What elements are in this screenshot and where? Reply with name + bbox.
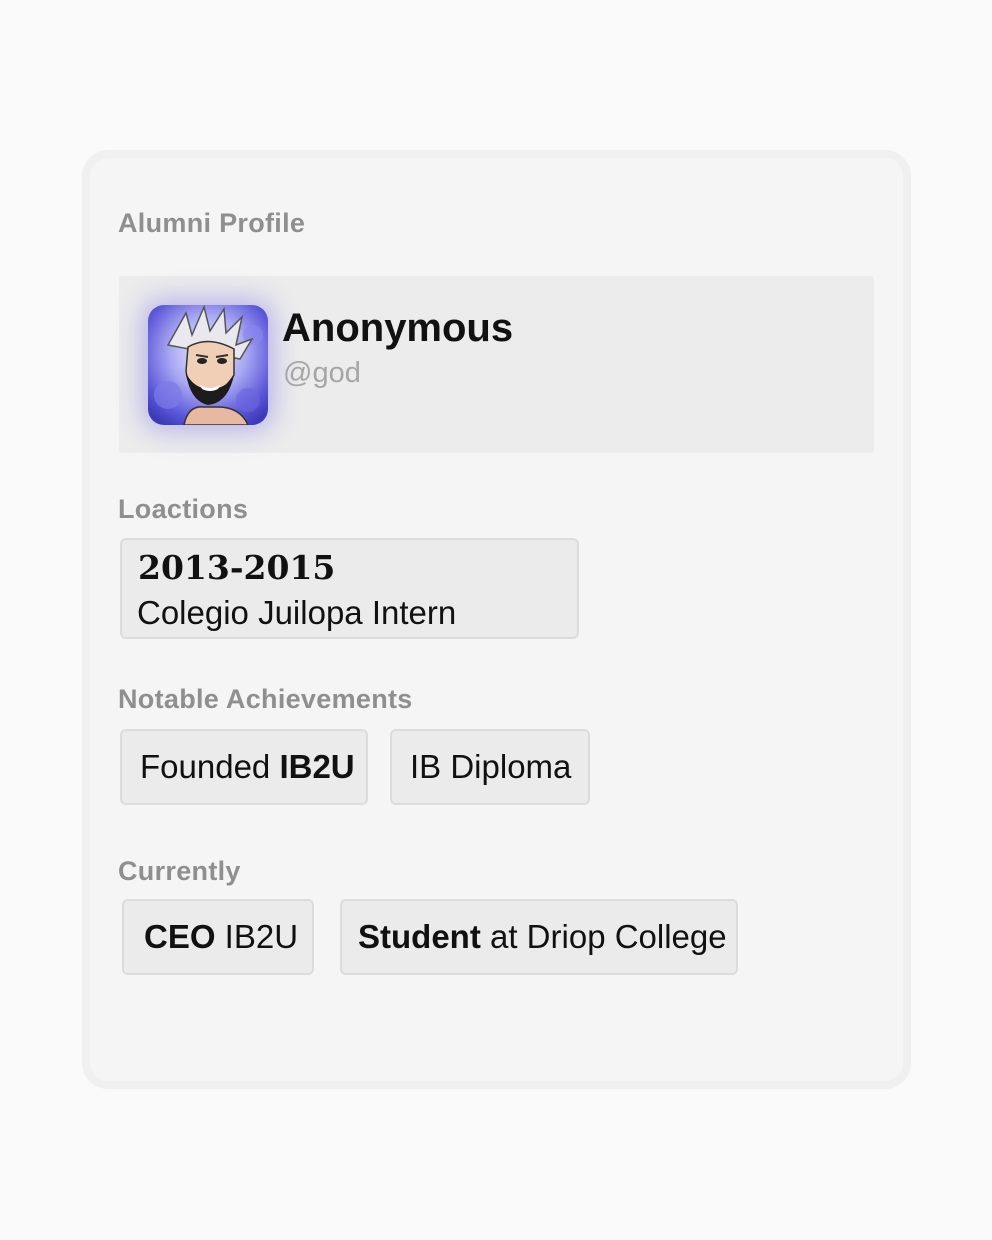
card-title: Alumni Profile (118, 208, 306, 238)
current-role-chip-ceo[interactable]: CEO IB2U (122, 899, 314, 975)
current-role-bold: CEO (144, 918, 216, 955)
currently-label: Currently (118, 856, 241, 886)
achievement-chip-prefix: IB Diploma (410, 748, 572, 785)
current-role-suffix: at Driop College (480, 918, 727, 955)
achievement-chip-bold: IB2U (279, 748, 355, 785)
alumni-profile-card: Alumni Profile Anonymous @god Loactions … (82, 150, 911, 1089)
profile-name: Anonymous (282, 306, 514, 350)
locations-label: Loactions (118, 494, 249, 524)
profile-header: Anonymous @god (119, 276, 874, 453)
achievement-chip-prefix: Founded (140, 748, 280, 785)
current-role-chip-student[interactable]: Student at Driop College (340, 899, 738, 975)
achievement-chip-diploma[interactable]: IB Diploma (390, 729, 590, 805)
current-role-suffix: IB2U (215, 918, 299, 955)
achievement-chip-founded[interactable]: Founded IB2U (120, 729, 368, 805)
location-entry[interactable]: 2013-2015 Colegio Juilopa Intern (120, 538, 579, 639)
avatar[interactable] (148, 305, 268, 425)
location-place: Colegio Juilopa Intern (137, 594, 457, 631)
achievements-label: Notable Achievements (118, 684, 413, 714)
anime-character-avatar-icon (148, 305, 268, 425)
current-role-bold: Student (358, 918, 481, 955)
profile-handle[interactable]: @god (283, 357, 361, 390)
location-years: 2013-2015 (138, 548, 336, 587)
